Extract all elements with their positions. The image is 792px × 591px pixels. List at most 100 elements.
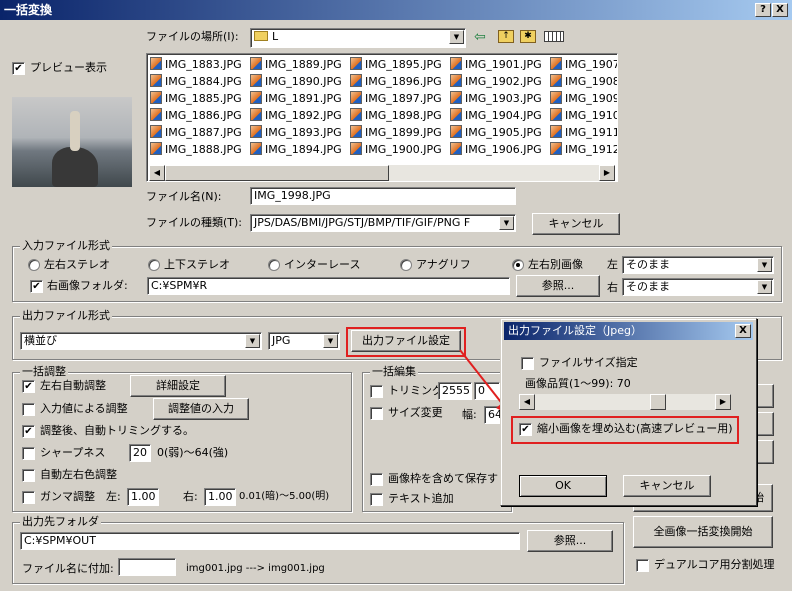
sharpness-checkbox[interactable] [22, 447, 35, 460]
file-list-item[interactable]: IMG_1887.JPG [150, 124, 242, 141]
view-menu-icon[interactable] [544, 31, 564, 42]
file-list-item[interactable]: IMG_1898.JPG [350, 107, 442, 124]
auto-lr-checkbox[interactable]: ✔ [22, 380, 35, 393]
output-folder-browse-button[interactable]: 参照... [527, 530, 613, 552]
file-list-item[interactable]: IMG_1885.JPG [150, 90, 242, 107]
jpg-file-icon [150, 108, 162, 121]
file-name: IMG_1892.JPG [265, 109, 342, 122]
file-location-combo[interactable]: L ▼ [250, 28, 466, 48]
file-list-item[interactable]: IMG_1884.JPG [150, 73, 242, 90]
input-value-button[interactable]: 調整値の入力 [153, 398, 249, 420]
trim-checkbox[interactable] [370, 385, 383, 398]
scroll-left-icon[interactable]: ◀ [149, 165, 165, 181]
convert-all-button[interactable]: 全画像一括変換開始 [633, 516, 773, 548]
file-list-item[interactable]: IMG_1908. [550, 73, 617, 90]
suffix-input[interactable] [118, 558, 176, 576]
gamma-left-input[interactable]: 1.00 [127, 488, 159, 506]
file-list-item[interactable]: IMG_1902.JPG [450, 73, 542, 90]
scroll-thumb[interactable] [165, 165, 389, 181]
output-folder-input[interactable]: C:¥SPM¥OUT [20, 532, 520, 550]
input-value-checkbox[interactable] [22, 403, 35, 416]
file-list-item[interactable]: IMG_1897.JPG [350, 90, 442, 107]
sharpness-input[interactable]: 20 [129, 444, 151, 462]
slider-left-icon[interactable]: ◀ [519, 394, 535, 410]
slider-right-icon[interactable]: ▶ [715, 394, 731, 410]
file-list-item[interactable]: IMG_1891.JPG [250, 90, 342, 107]
file-list-item[interactable]: IMG_1899.JPG [350, 124, 442, 141]
file-list[interactable]: IMG_1883.JPG IMG_1884.JPG IMG_1885.JPG IMG_… [146, 53, 618, 182]
dialog-close-button[interactable]: X [735, 324, 751, 338]
filename-input[interactable]: IMG_1998.JPG [250, 187, 516, 205]
right-folder-input[interactable]: C:¥SPM¥R [147, 277, 510, 295]
scroll-right-icon[interactable]: ▶ [599, 165, 615, 181]
file-list-item[interactable]: IMG_1888.JPG [150, 141, 242, 158]
frame-checkbox[interactable] [370, 473, 383, 486]
horizontal-scrollbar[interactable]: ◀ ▶ [149, 164, 615, 181]
input-format-radio[interactable] [148, 259, 160, 271]
file-list-item[interactable]: IMG_1890.JPG [250, 73, 342, 90]
file-list-item[interactable]: IMG_1893.JPG [250, 124, 342, 141]
left-mode-combo[interactable]: そのまま ▼ [622, 256, 774, 274]
file-list-item[interactable]: IMG_1903.JPG [450, 90, 542, 107]
filetype-combo[interactable]: JPS/DAS/BMI/JPG/STJ/BMP/TIF/GIF/PNG F ▼ [250, 214, 516, 232]
new-folder-icon[interactable]: ✱ [520, 30, 536, 43]
hidden-button-3[interactable] [754, 440, 774, 464]
text-add-checkbox[interactable] [370, 493, 383, 506]
file-list-item[interactable]: IMG_1904.JPG [450, 107, 542, 124]
resize-checkbox[interactable] [370, 407, 383, 420]
help-button[interactable]: ? [755, 3, 771, 17]
chevron-down-icon[interactable]: ▼ [499, 216, 514, 230]
file-name: IMG_1904.JPG [465, 109, 542, 122]
right-folder-checkbox[interactable]: ✔ [30, 280, 43, 293]
right-folder-browse-button[interactable]: 参照... [516, 275, 600, 297]
chevron-down-icon[interactable]: ▼ [449, 30, 464, 44]
chevron-down-icon[interactable]: ▼ [757, 258, 772, 272]
file-list-item[interactable]: IMG_1901.JPG [450, 56, 542, 73]
output-layout-combo[interactable]: 横並び ▼ [20, 332, 262, 350]
filesize-checkbox[interactable] [521, 357, 534, 370]
output-type-combo[interactable]: JPG ▼ [268, 332, 340, 350]
input-format-radio[interactable] [28, 259, 40, 271]
dual-core-checkbox[interactable] [636, 559, 649, 572]
dialog-cancel-button[interactable]: キャンセル [623, 475, 711, 497]
file-list-item[interactable]: IMG_1910. [550, 107, 617, 124]
input-format-radio[interactable] [400, 259, 412, 271]
hidden-button-2[interactable] [754, 412, 774, 436]
filetype-label: ファイルの種類(T): [146, 216, 243, 229]
right-mode-combo[interactable]: そのまま ▼ [622, 278, 774, 296]
auto-trim-checkbox[interactable]: ✔ [22, 425, 35, 438]
file-list-item[interactable]: IMG_1909. [550, 90, 617, 107]
file-list-item[interactable]: IMG_1883.JPG [150, 56, 242, 73]
detail-settings-button[interactable]: 詳細設定 [130, 375, 226, 397]
back-arrow-icon[interactable]: ⇦ [474, 29, 486, 45]
preview-checkbox[interactable]: ✔ [12, 62, 25, 75]
gamma-checkbox[interactable] [22, 491, 35, 504]
file-list-item[interactable]: IMG_1889.JPG [250, 56, 342, 73]
close-button[interactable]: X [772, 3, 788, 17]
up-folder-icon[interactable]: ↑ [498, 30, 514, 43]
file-list-item[interactable]: IMG_1886.JPG [150, 107, 242, 124]
file-list-item[interactable]: IMG_1912. [550, 141, 617, 158]
input-format-radio[interactable] [512, 259, 524, 271]
file-list-item[interactable]: IMG_1892.JPG [250, 107, 342, 124]
file-list-item[interactable]: IMG_1895.JPG [350, 56, 442, 73]
file-list-item[interactable]: IMG_1894.JPG [250, 141, 342, 158]
auto-color-checkbox[interactable] [22, 469, 35, 482]
chevron-down-icon[interactable]: ▼ [757, 280, 772, 294]
dialog-ok-button[interactable]: OK [519, 475, 607, 497]
slider-thumb[interactable] [650, 394, 667, 410]
quality-slider[interactable]: ◀ ▶ [519, 394, 731, 410]
cancel-top-button[interactable]: キャンセル [532, 213, 620, 235]
file-list-item[interactable]: IMG_1905.JPG [450, 124, 542, 141]
chevron-down-icon[interactable]: ▼ [245, 334, 260, 348]
file-list-item[interactable]: IMG_1900.JPG [350, 141, 442, 158]
gamma-right-input[interactable]: 1.00 [204, 488, 236, 506]
file-list-item[interactable]: IMG_1911. [550, 124, 617, 141]
hidden-button-1[interactable] [754, 384, 774, 408]
embed-checkbox[interactable]: ✔ [519, 423, 532, 436]
file-list-item[interactable]: IMG_1896.JPG [350, 73, 442, 90]
input-format-radio[interactable] [268, 259, 280, 271]
chevron-down-icon[interactable]: ▼ [323, 334, 338, 348]
file-list-item[interactable]: IMG_1907. [550, 56, 617, 73]
file-list-item[interactable]: IMG_1906.JPG [450, 141, 542, 158]
